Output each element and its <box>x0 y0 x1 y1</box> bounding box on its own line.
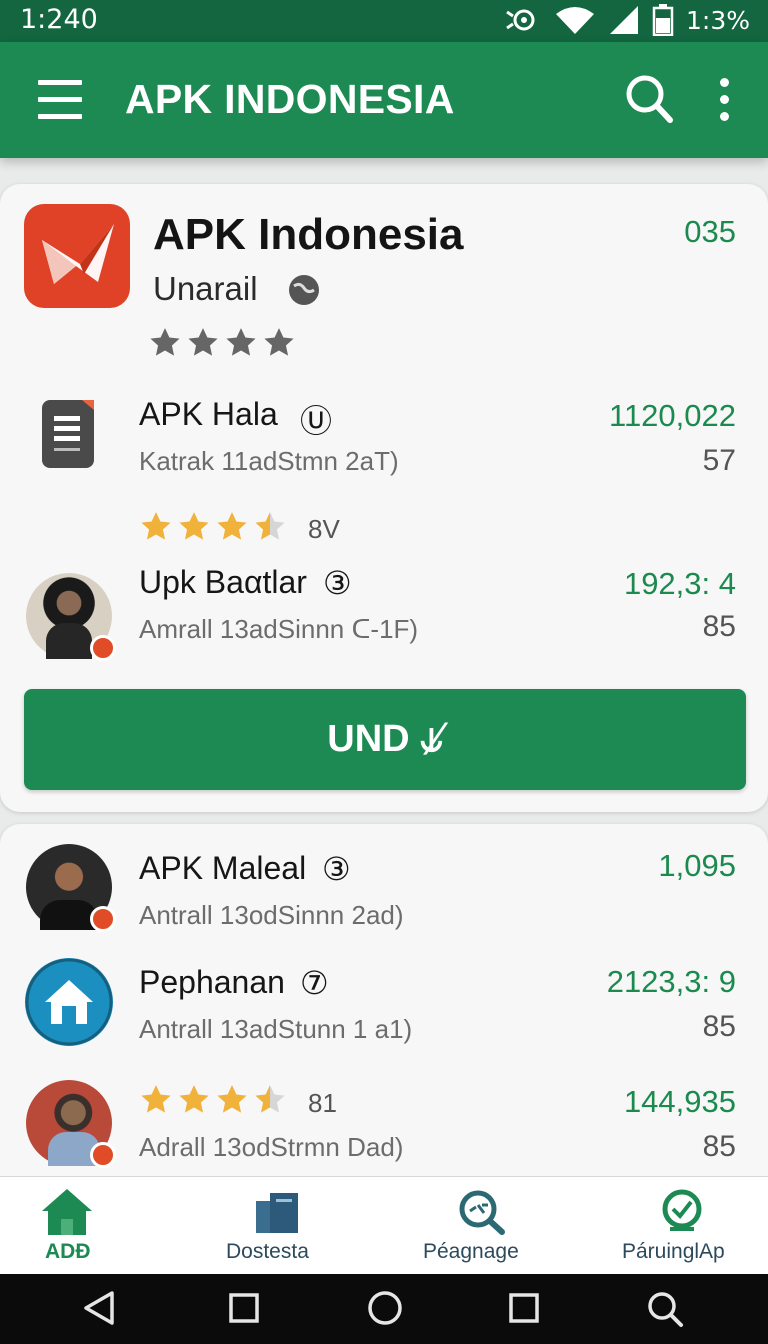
avatar <box>26 1080 116 1168</box>
item-name: APK Hala <box>139 396 278 432</box>
item-subtitle: Katrak 11adStmn 2aT) <box>139 446 399 476</box>
search-check-icon <box>662 1189 702 1231</box>
item-secondary-count: 57 <box>702 444 736 477</box>
list-item[interactable]: APK Maleal ③ Antrall 13odSinnn 2ad) 1,09… <box>0 844 768 940</box>
verified-badge-icon <box>90 635 116 661</box>
item-primary-count: 144,935 <box>623 1084 736 1119</box>
app-bar: APK INDONESIA <box>0 42 768 158</box>
avatar <box>26 573 116 661</box>
overview-icon[interactable] <box>228 1292 260 1324</box>
nav-item-tracking[interactable]: PáruinglAp <box>610 1177 760 1275</box>
item-primary-count: 2123,3: 9 <box>606 964 736 999</box>
featured-subtitle: Unarail <box>153 270 258 307</box>
star-icon <box>141 512 171 540</box>
nav-item-home[interactable]: ADĐ <box>20 1177 120 1275</box>
status-bar: 1:240 1:3% <box>0 0 768 42</box>
item-secondary-count: 85 <box>702 1010 736 1043</box>
document-icon <box>42 400 94 468</box>
list-item[interactable]: Upk Baαtlar ③ Amrall 13adSinnn ᑕ-1F) 192… <box>0 564 768 668</box>
list-item[interactable]: Pephanan ⑦ Antrall 13adStunn 1 a1) 2123,… <box>0 958 768 1054</box>
featured-app-icon[interactable] <box>24 204 130 308</box>
item-primary-count: 192,3: 4 <box>623 566 736 601</box>
search-zoom-icon <box>459 1190 505 1235</box>
item-subtitle: Adrall 13odStrmn Dad) <box>139 1132 404 1162</box>
star-icon <box>226 328 256 356</box>
featured-title: APK Indonesia <box>153 210 464 259</box>
nav-label: Dostesta <box>226 1240 309 1263</box>
alarm-icon <box>506 9 535 31</box>
nav-item-documents[interactable]: Dostesta <box>210 1177 340 1275</box>
item-rating-stars <box>139 1083 287 1117</box>
search-icon[interactable] <box>646 1290 684 1328</box>
item-name: Upk Baαtlar <box>139 564 307 600</box>
item-rating-text: 8V <box>308 514 340 544</box>
status-time: 1:240 <box>20 4 98 35</box>
item-subtitle: Antrall 13odSinnn 2ad) <box>139 900 404 930</box>
mail-icon <box>42 224 114 284</box>
battery-icon <box>652 4 674 36</box>
nav-label: ADĐ <box>45 1240 91 1263</box>
featured-rating-stars <box>148 326 296 360</box>
star-icon <box>150 328 180 356</box>
item-rating-text: 81 <box>308 1088 337 1118</box>
star-icon <box>188 328 218 356</box>
battery-percent: 1:3% <box>686 5 750 35</box>
featured-card: APK Indonesia Unarail 035 APK Hala Ⓤ Kat… <box>0 184 768 812</box>
search-icon <box>626 75 673 123</box>
avatar <box>26 844 116 932</box>
verified-badge-icon <box>90 1142 116 1168</box>
verified-badge-icon <box>90 906 116 932</box>
star-icon <box>217 512 247 540</box>
more-options-button[interactable] <box>706 74 742 126</box>
star-icon <box>264 328 294 356</box>
item-badge: Ⓤ <box>300 403 333 439</box>
star-icon <box>141 1085 171 1113</box>
star-half-icon <box>255 512 285 540</box>
home-button-icon[interactable] <box>367 1290 403 1326</box>
globe-icon <box>289 275 319 305</box>
item-name: Pephanan <box>139 964 285 1000</box>
item-name: APK Maleal <box>139 850 307 886</box>
item-subtitle: Amrall 13adSinnn ᑕ-1F) <box>139 614 419 644</box>
system-navigation-bar <box>0 1274 768 1344</box>
signal-icon <box>610 6 638 34</box>
bottom-navigation: ADĐ Dostesta Péagnage PáruinglAp <box>0 1176 768 1274</box>
nav-label: Péagnage <box>423 1240 519 1263</box>
item-badge: ③ <box>322 851 351 887</box>
search-button[interactable] <box>624 72 674 128</box>
nav-item-search[interactable]: Péagnage <box>410 1177 550 1275</box>
item-primary-count: 1120,022 <box>609 398 736 433</box>
app-list-card: APK Maleal ③ Antrall 13odSinnn 2ad) 1,09… <box>0 824 768 1184</box>
star-icon <box>217 1085 247 1113</box>
home-icon <box>42 1189 92 1235</box>
item-badge: ③ <box>323 565 352 601</box>
back-icon[interactable] <box>82 1290 116 1326</box>
documents-icon <box>256 1193 298 1233</box>
list-item[interactable]: APK Hala Ⓤ Katrak 11adStmn 2aT) 1120,022… <box>0 384 768 554</box>
star-icon <box>179 512 209 540</box>
install-button[interactable]: UND ⫝̸ <box>24 689 746 790</box>
nav-label: PáruinglAp <box>622 1240 725 1263</box>
star-icon <box>179 1085 209 1113</box>
star-half-icon <box>255 1085 285 1113</box>
home-app-icon <box>25 958 113 1046</box>
item-primary-count: 1,095 <box>658 848 736 883</box>
item-badge: ⑦ <box>300 965 329 1001</box>
item-subtitle: Antrall 13adStunn 1 a1) <box>139 1014 413 1044</box>
app-title: APK INDONESIA <box>125 76 455 122</box>
item-secondary-count: 85 <box>702 1130 736 1163</box>
featured-count: 035 <box>684 214 736 249</box>
item-rating-stars <box>139 510 287 544</box>
house-icon <box>25 958 113 1046</box>
wifi-icon <box>556 7 594 34</box>
menu-button[interactable] <box>38 78 84 122</box>
status-icons: 1:3% <box>504 3 750 37</box>
item-secondary-count: 85 <box>702 610 736 643</box>
list-item[interactable]: 81 Adrall 13odStrmn Dad) 144,935 85 <box>0 1080 768 1176</box>
recents-icon[interactable] <box>508 1292 540 1324</box>
